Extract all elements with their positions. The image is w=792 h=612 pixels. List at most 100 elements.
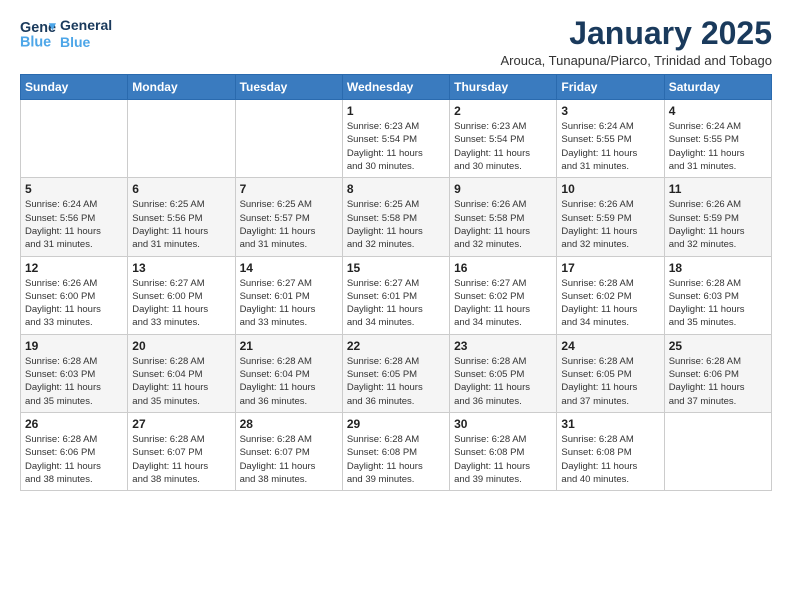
title-block: January 2025 Arouca, Tunapuna/Piarco, Tr…: [500, 16, 772, 68]
calendar-cell: 7Sunrise: 6:25 AM Sunset: 5:57 PM Daylig…: [235, 178, 342, 256]
calendar-cell: 26 Sunrise: 6:28 AM Sunset: 6:06 PM Dayli…: [21, 412, 128, 490]
calendar-table: SundayMondayTuesdayWednesdayThursdayFrid…: [20, 74, 772, 491]
weekday-header-saturday: Saturday: [664, 75, 771, 100]
day-number: 1: [347, 104, 445, 118]
weekday-header-thursday: Thursday: [450, 75, 557, 100]
week-row-2: 5Sunrise: 6:24 AM Sunset: 5:56 PM Daylig…: [21, 178, 772, 256]
day-info: Sunrise: 6:25 AM Sunset: 5:58 PM Dayligh…: [347, 198, 445, 251]
day-number: 24: [561, 339, 659, 353]
day-number: 2: [454, 104, 552, 118]
calendar-cell: [21, 100, 128, 178]
weekday-header-wednesday: Wednesday: [342, 75, 449, 100]
calendar-cell: 27 Sunrise: 6:28 AM Sunset: 6:07 PM Dayli…: [128, 412, 235, 490]
day-info: Sunrise: 6:28 AM Sunset: 6:07 PM Dayligh…: [240, 433, 338, 486]
day-info: Sunrise: 6:27 AM Sunset: 6:01 PM Dayligh…: [347, 277, 445, 330]
header: General Blue General Blue January 2025 A…: [20, 16, 772, 68]
day-info: Sunrise: 6:25 AM Sunset: 5:56 PM Dayligh…: [132, 198, 230, 251]
day-info: Sunrise: 6:28 AM Sunset: 6:03 PM Dayligh…: [25, 355, 123, 408]
day-info: Sunrise: 6:28 AM Sunset: 6:06 PM Dayligh…: [25, 433, 123, 486]
calendar-cell: 8 Sunrise: 6:25 AM Sunset: 5:58 PM Daylig…: [342, 178, 449, 256]
day-info: Sunrise: 6:26 AM Sunset: 5:58 PM Dayligh…: [454, 198, 552, 251]
day-info: Sunrise: 6:24 AM Sunset: 5:55 PM Dayligh…: [669, 120, 767, 173]
calendar-cell: 9 Sunrise: 6:26 AM Sunset: 5:58 PM Daylig…: [450, 178, 557, 256]
calendar-cell: [235, 100, 342, 178]
week-row-4: 19 Sunrise: 6:28 AM Sunset: 6:03 PM Dayli…: [21, 334, 772, 412]
calendar-cell: 11Sunrise: 6:26 AM Sunset: 5:59 PM Dayli…: [664, 178, 771, 256]
calendar-cell: 21 Sunrise: 6:28 AM Sunset: 6:04 PM Dayli…: [235, 334, 342, 412]
day-number: 25: [669, 339, 767, 353]
day-number: 16: [454, 261, 552, 275]
calendar-cell: 28 Sunrise: 6:28 AM Sunset: 6:07 PM Dayli…: [235, 412, 342, 490]
main-title: January 2025: [500, 16, 772, 51]
day-number: 20: [132, 339, 230, 353]
page: General Blue General Blue January 2025 A…: [0, 0, 792, 501]
day-number: 14: [240, 261, 338, 275]
logo-text: General Blue: [60, 17, 112, 51]
week-row-1: 1 Sunrise: 6:23 AM Sunset: 5:54 PM Daylig…: [21, 100, 772, 178]
calendar-cell: 23Sunrise: 6:28 AM Sunset: 6:05 PM Dayli…: [450, 334, 557, 412]
day-number: 8: [347, 182, 445, 196]
day-info: Sunrise: 6:28 AM Sunset: 6:03 PM Dayligh…: [669, 277, 767, 330]
week-row-3: 12 Sunrise: 6:26 AM Sunset: 6:00 PM Dayli…: [21, 256, 772, 334]
day-info: Sunrise: 6:26 AM Sunset: 6:00 PM Dayligh…: [25, 277, 123, 330]
day-number: 27: [132, 417, 230, 431]
day-number: 30: [454, 417, 552, 431]
logo: General Blue General Blue: [20, 16, 112, 52]
calendar-cell: 29Sunrise: 6:28 AM Sunset: 6:08 PM Dayli…: [342, 412, 449, 490]
day-number: 21: [240, 339, 338, 353]
day-info: Sunrise: 6:28 AM Sunset: 6:08 PM Dayligh…: [454, 433, 552, 486]
weekday-header-tuesday: Tuesday: [235, 75, 342, 100]
day-number: 29: [347, 417, 445, 431]
calendar-cell: 15 Sunrise: 6:27 AM Sunset: 6:01 PM Dayli…: [342, 256, 449, 334]
calendar-cell: 12 Sunrise: 6:26 AM Sunset: 6:00 PM Dayli…: [21, 256, 128, 334]
calendar-cell: 18 Sunrise: 6:28 AM Sunset: 6:03 PM Dayli…: [664, 256, 771, 334]
calendar-cell: 13Sunrise: 6:27 AM Sunset: 6:00 PM Dayli…: [128, 256, 235, 334]
calendar-cell: 19 Sunrise: 6:28 AM Sunset: 6:03 PM Dayli…: [21, 334, 128, 412]
week-row-5: 26 Sunrise: 6:28 AM Sunset: 6:06 PM Dayli…: [21, 412, 772, 490]
day-info: Sunrise: 6:28 AM Sunset: 6:06 PM Dayligh…: [669, 355, 767, 408]
weekday-header-sunday: Sunday: [21, 75, 128, 100]
calendar-cell: 2Sunrise: 6:23 AM Sunset: 5:54 PM Daylig…: [450, 100, 557, 178]
day-info: Sunrise: 6:28 AM Sunset: 6:07 PM Dayligh…: [132, 433, 230, 486]
calendar-cell: 16 Sunrise: 6:27 AM Sunset: 6:02 PM Dayli…: [450, 256, 557, 334]
calendar-cell: [128, 100, 235, 178]
calendar-cell: 17Sunrise: 6:28 AM Sunset: 6:02 PM Dayli…: [557, 256, 664, 334]
day-info: Sunrise: 6:27 AM Sunset: 6:02 PM Dayligh…: [454, 277, 552, 330]
day-number: 11: [669, 182, 767, 196]
calendar-cell: 10Sunrise: 6:26 AM Sunset: 5:59 PM Dayli…: [557, 178, 664, 256]
day-info: Sunrise: 6:28 AM Sunset: 6:05 PM Dayligh…: [561, 355, 659, 408]
day-number: 28: [240, 417, 338, 431]
day-info: Sunrise: 6:28 AM Sunset: 6:08 PM Dayligh…: [561, 433, 659, 486]
day-info: Sunrise: 6:27 AM Sunset: 6:01 PM Dayligh…: [240, 277, 338, 330]
day-info: Sunrise: 6:28 AM Sunset: 6:05 PM Dayligh…: [347, 355, 445, 408]
day-number: 4: [669, 104, 767, 118]
day-info: Sunrise: 6:28 AM Sunset: 6:04 PM Dayligh…: [132, 355, 230, 408]
weekday-header-friday: Friday: [557, 75, 664, 100]
day-number: 9: [454, 182, 552, 196]
day-number: 19: [25, 339, 123, 353]
day-number: 12: [25, 261, 123, 275]
calendar-cell: 3Sunrise: 6:24 AM Sunset: 5:55 PM Daylig…: [557, 100, 664, 178]
day-number: 10: [561, 182, 659, 196]
day-number: 26: [25, 417, 123, 431]
calendar-cell: 14 Sunrise: 6:27 AM Sunset: 6:01 PM Dayli…: [235, 256, 342, 334]
day-info: Sunrise: 6:23 AM Sunset: 5:54 PM Dayligh…: [347, 120, 445, 173]
day-number: 17: [561, 261, 659, 275]
day-number: 22: [347, 339, 445, 353]
calendar-cell: [664, 412, 771, 490]
weekday-header-row: SundayMondayTuesdayWednesdayThursdayFrid…: [21, 75, 772, 100]
svg-text:Blue: Blue: [20, 35, 51, 51]
day-number: 18: [669, 261, 767, 275]
day-number: 15: [347, 261, 445, 275]
subtitle: Arouca, Tunapuna/Piarco, Trinidad and To…: [500, 53, 772, 68]
day-info: Sunrise: 6:28 AM Sunset: 6:04 PM Dayligh…: [240, 355, 338, 408]
day-number: 31: [561, 417, 659, 431]
calendar-cell: 4 Sunrise: 6:24 AM Sunset: 5:55 PM Daylig…: [664, 100, 771, 178]
calendar-cell: 25 Sunrise: 6:28 AM Sunset: 6:06 PM Dayli…: [664, 334, 771, 412]
day-info: Sunrise: 6:24 AM Sunset: 5:56 PM Dayligh…: [25, 198, 123, 251]
calendar-cell: 6Sunrise: 6:25 AM Sunset: 5:56 PM Daylig…: [128, 178, 235, 256]
day-info: Sunrise: 6:25 AM Sunset: 5:57 PM Dayligh…: [240, 198, 338, 251]
day-number: 3: [561, 104, 659, 118]
day-number: 13: [132, 261, 230, 275]
weekday-header-monday: Monday: [128, 75, 235, 100]
